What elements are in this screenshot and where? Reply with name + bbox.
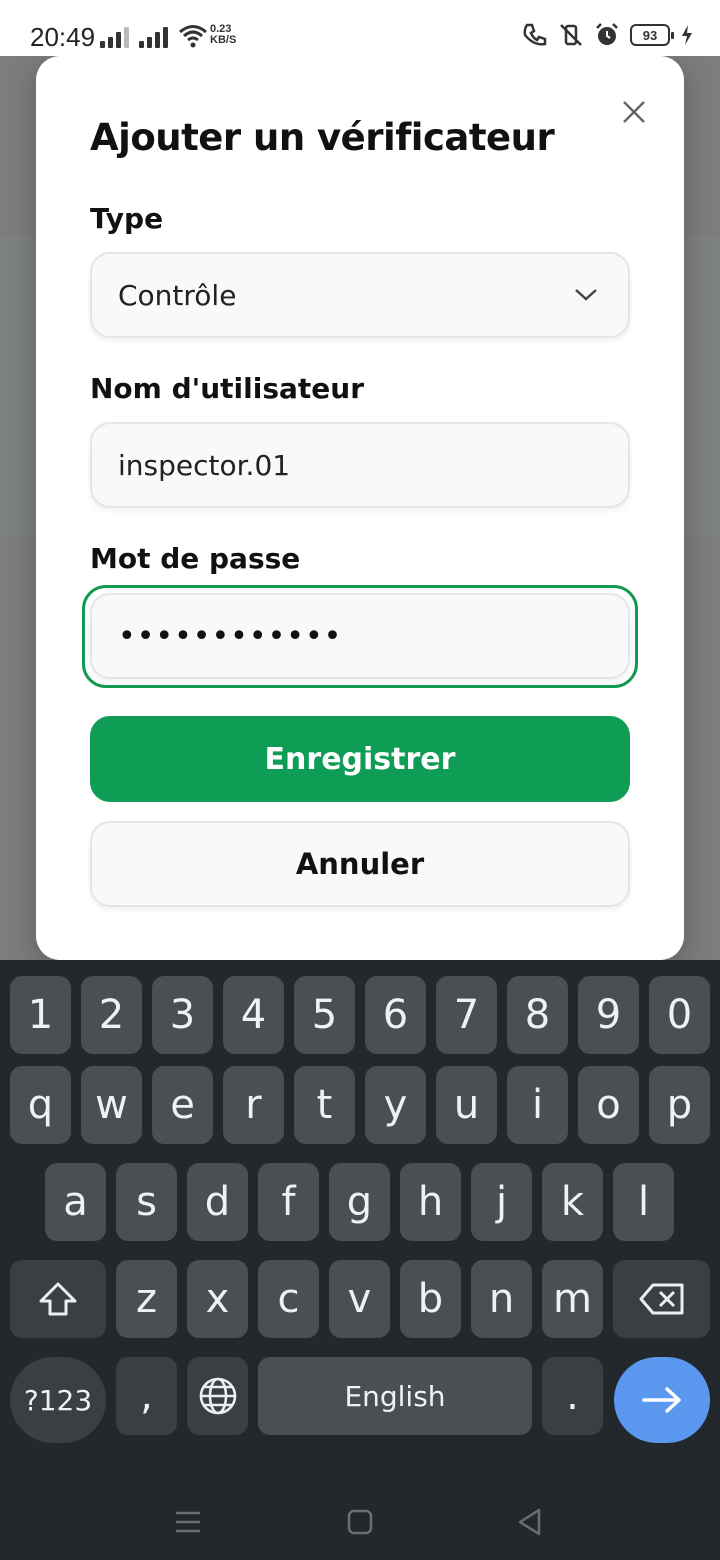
backspace-icon xyxy=(639,1283,683,1315)
key-e[interactable]: e xyxy=(152,1066,213,1144)
key-n[interactable]: n xyxy=(471,1260,532,1338)
key-o[interactable]: o xyxy=(578,1066,639,1144)
signal-icon xyxy=(139,26,168,48)
key-g[interactable]: g xyxy=(329,1163,390,1241)
soft-keyboard: 1 2 3 4 5 6 7 8 9 0 q w e r t y u i o p … xyxy=(0,960,720,1560)
key-0[interactable]: 0 xyxy=(649,976,710,1054)
key-a[interactable]: a xyxy=(45,1163,106,1241)
password-field[interactable]: •••••••••••• xyxy=(90,593,630,679)
close-button[interactable] xyxy=(614,92,654,132)
period-key[interactable]: . xyxy=(542,1357,603,1435)
key-3[interactable]: 3 xyxy=(152,976,213,1054)
key-p[interactable]: p xyxy=(649,1066,710,1144)
key-y[interactable]: y xyxy=(365,1066,426,1144)
username-label: Nom d'utilisateur xyxy=(90,372,364,405)
key-i[interactable]: i xyxy=(507,1066,568,1144)
key-c[interactable]: c xyxy=(258,1260,319,1338)
wifi-icon xyxy=(179,25,207,48)
key-m[interactable]: m xyxy=(542,1260,603,1338)
key-k[interactable]: k xyxy=(542,1163,603,1241)
charging-icon xyxy=(682,25,692,45)
add-verifier-dialog: Ajouter un vérificateur Type Contrôle No… xyxy=(36,56,684,960)
key-8[interactable]: 8 xyxy=(507,976,568,1054)
key-w[interactable]: w xyxy=(81,1066,142,1144)
shift-icon xyxy=(39,1282,77,1316)
key-v[interactable]: v xyxy=(329,1260,390,1338)
dialog-title: Ajouter un vérificateur xyxy=(90,116,555,159)
key-q[interactable]: q xyxy=(10,1066,71,1144)
menu-icon xyxy=(176,1511,200,1533)
key-l[interactable]: l xyxy=(613,1163,674,1241)
status-time: 20:49 xyxy=(30,22,96,52)
key-x[interactable]: x xyxy=(187,1260,248,1338)
key-h[interactable]: h xyxy=(400,1163,461,1241)
space-key[interactable]: English xyxy=(258,1357,532,1435)
recents-button[interactable] xyxy=(168,1502,208,1542)
type-select-value: Contrôle xyxy=(118,278,237,312)
call-icon xyxy=(523,23,547,46)
net-speed: 0.23 KB/S xyxy=(210,23,237,46)
back-button[interactable] xyxy=(510,1502,550,1542)
key-s[interactable]: s xyxy=(116,1163,177,1241)
key-7[interactable]: 7 xyxy=(436,976,497,1054)
key-r[interactable]: r xyxy=(223,1066,284,1144)
signal-icon xyxy=(100,26,129,48)
shift-key[interactable] xyxy=(10,1260,106,1338)
key-z[interactable]: z xyxy=(116,1260,177,1338)
chevron-down-icon xyxy=(575,289,597,301)
vibrate-off-icon xyxy=(560,24,582,46)
status-bar: 20:49 0.23 KB/S 93 xyxy=(0,0,720,56)
enter-key[interactable] xyxy=(614,1357,710,1443)
arrow-right-icon xyxy=(642,1387,681,1413)
username-value: inspector.01 xyxy=(118,448,291,482)
key-u[interactable]: u xyxy=(436,1066,497,1144)
key-d[interactable]: d xyxy=(187,1163,248,1241)
save-button[interactable]: Enregistrer xyxy=(90,716,630,802)
type-label: Type xyxy=(90,202,164,235)
password-value: •••••••••••• xyxy=(118,618,343,654)
key-4[interactable]: 4 xyxy=(223,976,284,1054)
language-key[interactable] xyxy=(187,1357,248,1435)
type-select[interactable]: Contrôle xyxy=(90,252,630,338)
alarm-icon xyxy=(596,23,618,45)
navigation-bar xyxy=(0,1480,720,1560)
key-6[interactable]: 6 xyxy=(365,976,426,1054)
symbols-key[interactable]: ?123 xyxy=(10,1357,106,1443)
key-9[interactable]: 9 xyxy=(578,976,639,1054)
key-t[interactable]: t xyxy=(294,1066,355,1144)
globe-icon xyxy=(199,1377,236,1415)
home-button[interactable] xyxy=(340,1502,380,1542)
password-label: Mot de passe xyxy=(90,542,301,575)
key-j[interactable]: j xyxy=(471,1163,532,1241)
close-icon xyxy=(623,101,645,123)
key-2[interactable]: 2 xyxy=(81,976,142,1054)
key-5[interactable]: 5 xyxy=(294,976,355,1054)
key-1[interactable]: 1 xyxy=(10,976,71,1054)
cancel-button[interactable]: Annuler xyxy=(90,821,630,907)
key-b[interactable]: b xyxy=(400,1260,461,1338)
back-icon xyxy=(518,1508,541,1536)
home-icon xyxy=(347,1509,373,1535)
backspace-key[interactable] xyxy=(613,1260,710,1338)
username-field[interactable]: inspector.01 xyxy=(90,422,630,508)
key-f[interactable]: f xyxy=(258,1163,319,1241)
comma-key[interactable]: , xyxy=(116,1357,177,1435)
battery-icon: 93 xyxy=(630,24,674,46)
